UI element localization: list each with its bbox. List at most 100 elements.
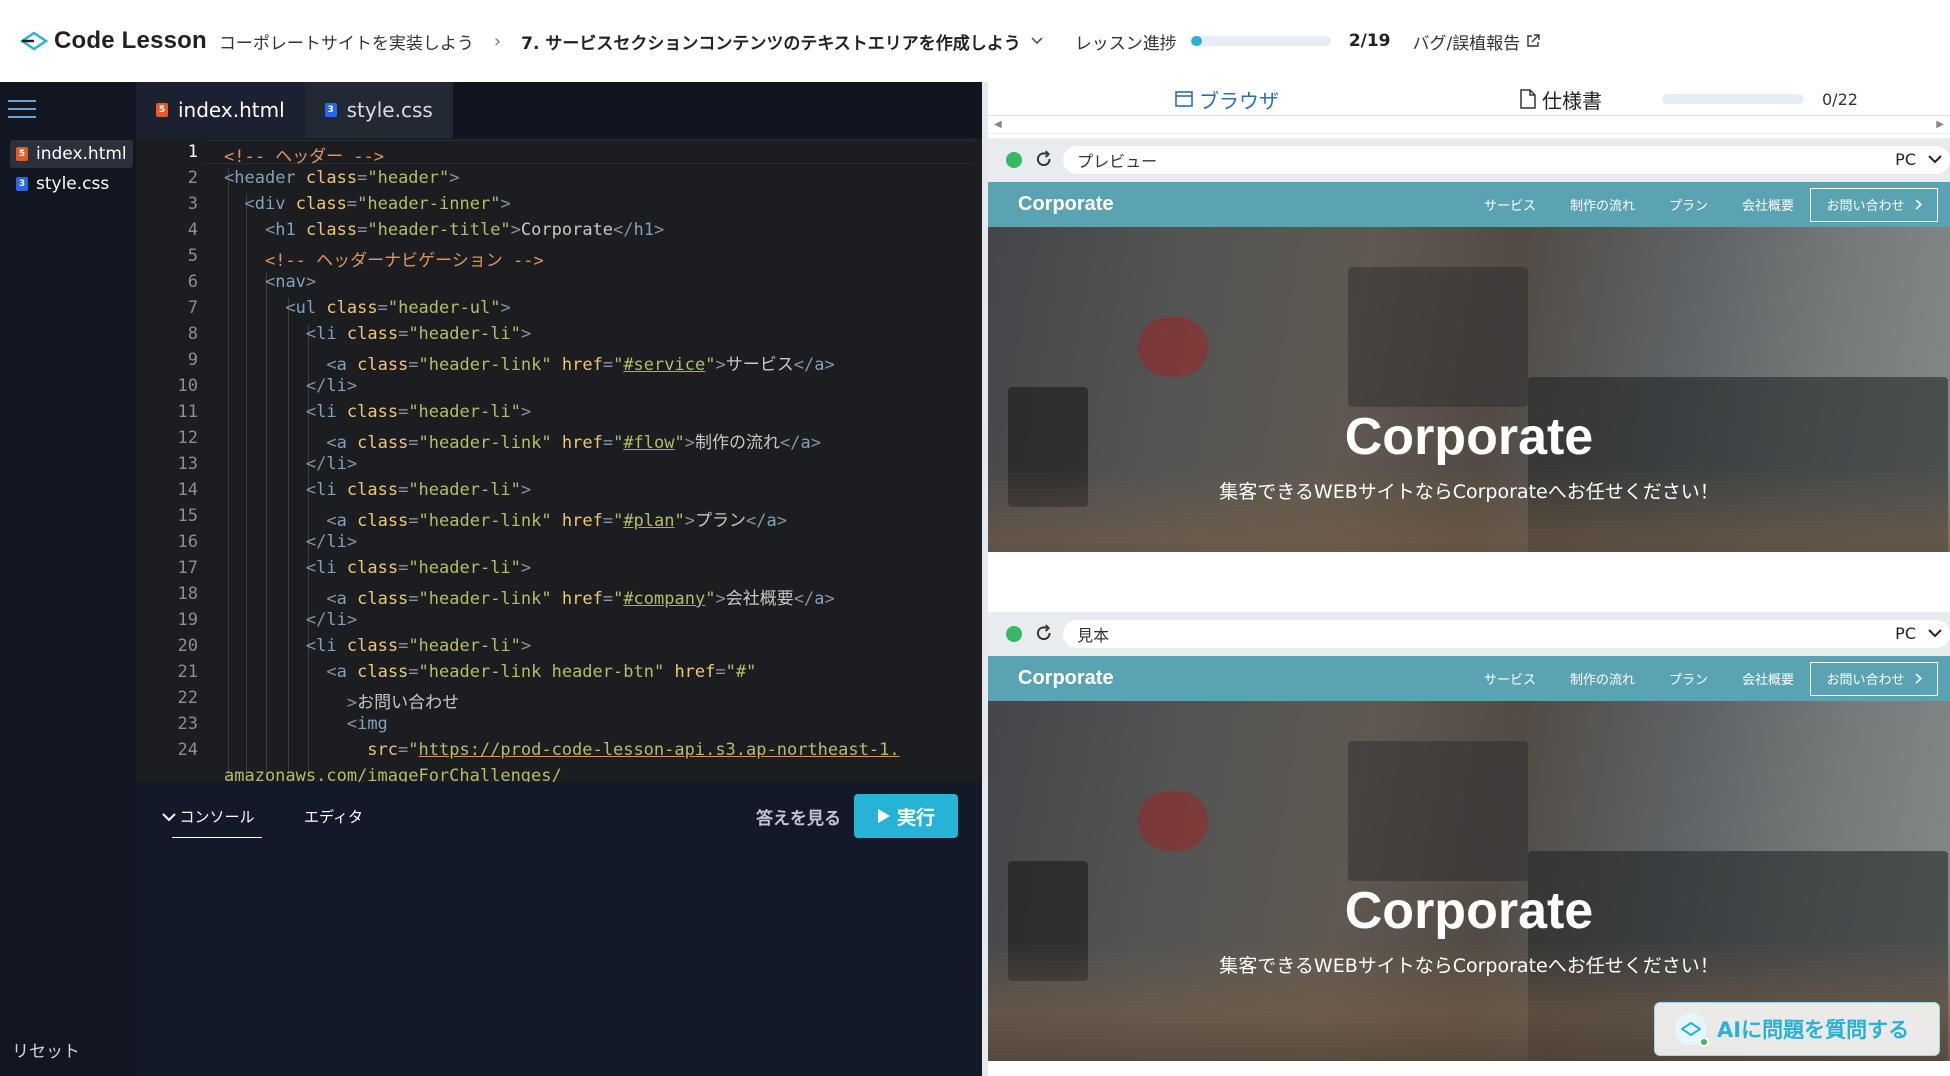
code-line: <li class="header-li"> [305, 402, 532, 422]
site-nav-company[interactable]: 会社概要 [1742, 195, 1794, 214]
tab-style-css[interactable]: 3 style.css [304, 82, 453, 138]
line-number: 17 [177, 558, 198, 578]
line-number-gutter: 1 2 3 4 5 6 7 8 9 10 11 12 13 14 15 16 17 18 19 20 21 22 23 24 [136, 138, 198, 782]
hero-monitor [1348, 741, 1528, 881]
line-number: 13 [177, 454, 198, 474]
site-nav-service[interactable]: サービス [1484, 195, 1536, 214]
browser-icon [1175, 91, 1193, 107]
scroll-left-icon[interactable]: ◀ [994, 119, 1002, 130]
reset-button[interactable]: リセット [12, 1037, 80, 1062]
line-number: 1 [187, 142, 198, 162]
line-number: 3 [187, 194, 198, 214]
console-panel: コンソール エディタ 答えを見る 実行 [136, 782, 982, 1076]
tab-label: style.css [346, 98, 433, 122]
horizontal-scrollbar[interactable]: ◀ ▶ [988, 116, 1950, 134]
bug-report-link[interactable]: バグ/誤植報告 [1413, 29, 1541, 54]
sidebar-file-index-html[interactable]: 5 index.html [10, 140, 133, 168]
site-contact-button[interactable]: お問い合わせ [1810, 187, 1939, 222]
site-nav-plan[interactable]: プラン [1669, 669, 1708, 688]
file-sidebar: 5 index.html 3 style.css リセット [0, 82, 136, 1076]
line-number: 19 [177, 610, 198, 630]
site-nav-company[interactable]: 会社概要 [1742, 669, 1794, 688]
right-panel: ブラウザ 仕様書 0/22 ◀ ▶ プレビュー PC Corporate サービ… [988, 82, 1950, 1076]
sidebar-file-style-css[interactable]: 3 style.css [10, 170, 115, 198]
preview-toolbar: プレビュー PC [988, 138, 1950, 182]
lesson-title[interactable]: 7. サービスセクションコンテンツのテキストエリアを作成しよう [521, 29, 1021, 54]
chevron-down-icon[interactable] [1031, 37, 1043, 45]
run-button[interactable]: 実行 [854, 794, 958, 838]
external-link-icon [1527, 34, 1540, 47]
code-line: <a class="header-link header-btn" href="… [326, 662, 757, 682]
document-icon [1520, 89, 1536, 109]
hero-lamp [1138, 317, 1208, 377]
code-line: <li class="header-li"> [305, 480, 532, 500]
breadcrumb-course[interactable]: コーポレートサイトを実装しよう [219, 29, 474, 54]
code-line: <a class="header-link" href="#flow">制作の流… [326, 433, 821, 453]
site-nav-plan[interactable]: プラン [1669, 195, 1708, 214]
breadcrumb-separator-icon: › [493, 30, 502, 52]
progress-label: レッスン進捗 [1074, 33, 1177, 54]
device-select[interactable]: PC [1895, 624, 1942, 643]
reload-icon[interactable] [1034, 150, 1053, 170]
code-line: src="https://prod-code-lesson-api.s3.ap-… [367, 740, 900, 760]
chevron-right-icon [1915, 199, 1922, 210]
logo[interactable]: Code Lesson [20, 27, 207, 55]
sample-toolbar: 見本 PC [988, 612, 1950, 656]
hero-image: Corporate 集客できるWEBサイトならCorporateへお任せください… [988, 227, 1950, 552]
device-select[interactable]: PC [1895, 150, 1942, 169]
chevron-down-icon [1928, 629, 1942, 638]
tab-browser[interactable]: ブラウザ [988, 82, 1466, 116]
online-dot [1699, 1037, 1709, 1047]
tab-spec[interactable]: 仕様書 0/22 [1466, 82, 1944, 116]
code-area[interactable]: 1 2 3 4 5 6 7 8 9 10 11 12 13 14 15 16 17 18 19 20 21 22 23 24 … [136, 138, 982, 782]
menu-icon[interactable] [8, 100, 36, 120]
site-header: Corporate サービス 制作の流れ プラン 会社概要 お問い合わせ [988, 656, 1950, 701]
code-line: <img [346, 714, 388, 734]
line-number: 7 [187, 298, 198, 318]
line-number: 8 [187, 324, 198, 344]
code-line: </li> [305, 376, 358, 396]
css-file-icon: 3 [324, 103, 337, 117]
line-number: 11 [177, 402, 198, 422]
hero-subtitle: 集客できるWEBサイトならCorporateへお任せください！ [1219, 481, 1719, 503]
ai-question-label: AIに問題を質問する [1717, 1018, 1910, 1042]
reload-icon[interactable] [1034, 624, 1053, 644]
preview-url-bar: プレビュー PC [1063, 146, 1950, 174]
line-number: 18 [177, 584, 198, 604]
code-editor: 5 index.html 3 style.css 1 2 3 4 5 6 7 8 9 10 11 12… [136, 82, 982, 782]
tab-browser-label: ブラウザ [1199, 88, 1279, 113]
line-number: 16 [177, 532, 198, 552]
site-nav-service[interactable]: サービス [1484, 669, 1536, 688]
spec-progress-bar [1662, 94, 1804, 104]
progress-count: 2/19 [1348, 31, 1391, 51]
code-line: </li> [305, 610, 358, 630]
run-label: 実行 [896, 806, 935, 829]
code-line: <a class="header-link" href="#company">会… [326, 589, 835, 609]
code-line: <div class="header-inner"> [244, 194, 511, 214]
device-label: PC [1895, 150, 1916, 169]
tab-console[interactable]: コンソール [172, 806, 262, 838]
device-label: PC [1895, 624, 1916, 643]
code-line: <li class="header-li"> [305, 558, 532, 578]
status-dot [1006, 152, 1022, 168]
tab-index-html[interactable]: 5 index.html [136, 82, 305, 138]
site-contact-button[interactable]: お問い合わせ [1810, 661, 1939, 696]
code-line: </li> [305, 454, 358, 474]
progress-fill [1190, 36, 1202, 46]
show-answer-button[interactable]: 答えを見る [756, 804, 841, 829]
site-nav: サービス 制作の流れ プラン 会社概要 お問い合わせ [1484, 656, 1939, 701]
ai-question-button[interactable]: AIに問題を質問する [1654, 1002, 1940, 1056]
site-logo: Corporate [1018, 193, 1114, 215]
hero-monitor [1348, 267, 1528, 407]
code-line: <nav> [264, 272, 317, 292]
line-number: 2 [187, 168, 198, 188]
site-nav-flow[interactable]: 制作の流れ [1570, 195, 1635, 214]
hero-lamp [1138, 791, 1208, 851]
code-line: <a class="header-link" href="#plan">プラン<… [326, 511, 787, 531]
scroll-right-icon[interactable]: ▶ [1936, 119, 1944, 130]
tab-editor[interactable]: エディタ [304, 806, 363, 827]
tab-spec-label: 仕様書 [1542, 88, 1602, 113]
site-nav-flow[interactable]: 制作の流れ [1570, 669, 1635, 688]
html-file-icon: 5 [156, 103, 168, 117]
ai-avatar-icon [1675, 1013, 1709, 1047]
